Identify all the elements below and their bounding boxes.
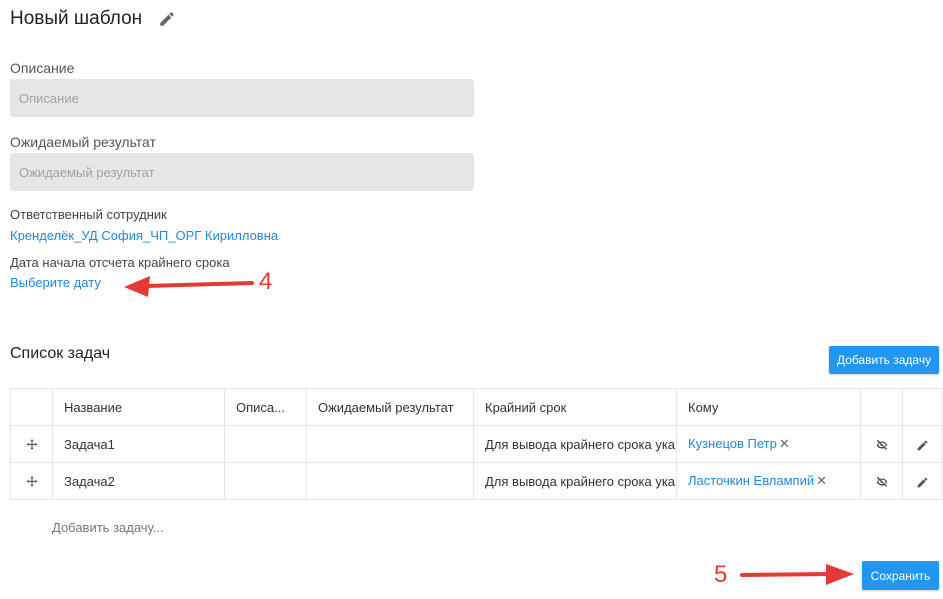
description-label: Описание	[10, 60, 75, 76]
expected-result-label: Ожидаемый результат	[10, 134, 156, 150]
col-name-header[interactable]: Название	[52, 388, 225, 426]
task-description[interactable]	[224, 462, 307, 500]
annotation-arrow-5	[740, 564, 854, 585]
remove-assignee-icon[interactable]: ✕	[816, 473, 827, 488]
task-name[interactable]: Задача2	[52, 462, 225, 500]
remove-assignee-icon[interactable]: ✕	[779, 436, 790, 451]
col-deadline-header[interactable]: Крайний срок	[473, 388, 677, 426]
col-visibility-header	[860, 388, 903, 426]
task-expected[interactable]	[306, 425, 474, 463]
expected-result-input[interactable]	[10, 153, 474, 191]
pencil-icon[interactable]	[902, 462, 942, 500]
tasks-table: Название Описа... Ожидаемый результат Кр…	[10, 388, 942, 500]
select-date-link[interactable]: Выберите дату	[10, 275, 101, 290]
task-deadline[interactable]: Для вывода крайнего срока ука	[473, 425, 677, 463]
task-expected[interactable]	[306, 462, 474, 500]
task-assignee[interactable]: Ласточкин Евлампий	[688, 473, 814, 488]
col-description-header[interactable]: Описа...	[224, 388, 307, 426]
col-expected-header[interactable]: Ожидаемый результат	[306, 388, 474, 426]
start-date-label: Дата начала отсчета крайнего срока	[10, 255, 230, 270]
eye-off-icon[interactable]	[860, 462, 903, 500]
title-row: Новый шаблон	[10, 6, 176, 32]
task-assignee-cell: Ласточкин Евлампий ✕	[676, 462, 861, 500]
task-assignee[interactable]: Кузнецов Петр	[688, 436, 777, 451]
page-title: Новый шаблон	[10, 8, 143, 29]
task-deadline[interactable]: Для вывода крайнего срока ука	[473, 462, 677, 500]
annotation-label-5: 5	[714, 561, 728, 588]
move-icon[interactable]	[10, 462, 53, 500]
description-input[interactable]	[10, 79, 474, 117]
table-row: Задача1 Для вывода крайнего срока ука Ку…	[10, 425, 942, 463]
task-description[interactable]	[224, 425, 307, 463]
col-assignee-header[interactable]: Кому	[676, 388, 861, 426]
pencil-icon[interactable]	[902, 425, 942, 463]
task-list-title: Список задач	[10, 345, 111, 362]
add-task-inline[interactable]: Добавить задачу...	[52, 520, 164, 535]
eye-off-icon[interactable]	[860, 425, 903, 463]
save-button[interactable]: Сохранить	[862, 561, 939, 590]
task-assignee-cell: Кузнецов Петр ✕	[676, 425, 861, 463]
add-task-button[interactable]: Добавить задачу	[829, 346, 939, 374]
responsible-link[interactable]: Кренделёк_УД София_ЧП_ОРГ Кирилловна	[10, 228, 278, 243]
responsible-label: Ответственный сотрудник	[10, 207, 167, 222]
col-drag-header	[10, 388, 53, 426]
pencil-icon[interactable]	[158, 10, 176, 28]
annotation-label-4: 4	[259, 268, 273, 295]
table-row: Задача2 Для вывода крайнего срока ука Ла…	[10, 462, 942, 500]
col-edit-header	[902, 388, 942, 426]
task-name[interactable]: Задача1	[52, 425, 225, 463]
move-icon[interactable]	[10, 425, 53, 463]
annotation-arrow-4	[124, 276, 254, 297]
table-header-row: Название Описа... Ожидаемый результат Кр…	[10, 388, 942, 426]
